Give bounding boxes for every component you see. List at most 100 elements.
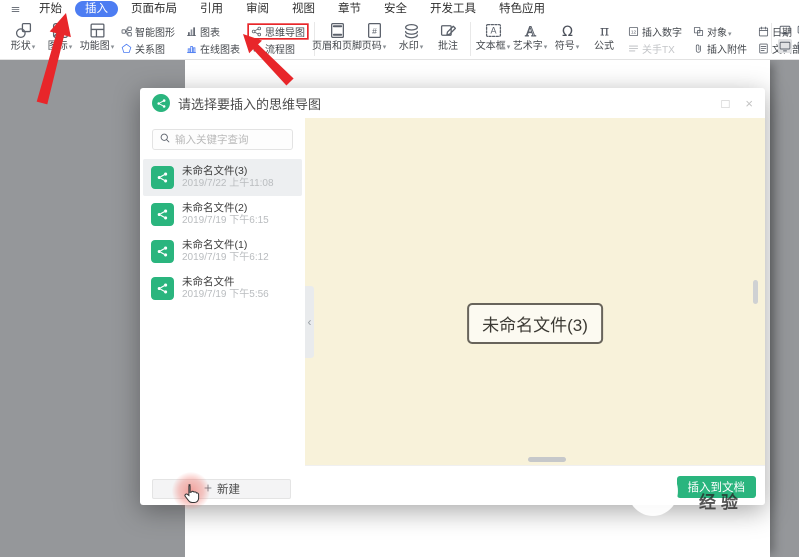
file-name: 未命名文件(2) <box>182 202 248 214</box>
hamburger-icon[interactable] <box>7 4 23 15</box>
svg-text:π: π <box>599 23 608 39</box>
menu-tab-review[interactable]: 审阅 <box>236 1 279 17</box>
mindmap-root-node: 未命名文件(3) <box>467 303 603 344</box>
ribbon-item-relation-chart[interactable]: 关系图 <box>119 42 177 56</box>
docpart-icon <box>758 43 769 54</box>
dialog-footer: 插入到文档 <box>305 465 765 505</box>
window-icon[interactable] <box>778 23 792 37</box>
ribbon-item-formula[interactable]: π 公式 <box>589 21 619 52</box>
date-icon <box>758 26 769 37</box>
search-icon <box>159 131 171 149</box>
file-list: 未命名文件(3) 2019/7/22 上午11:08 未命名文件(2) 2019/7/… <box>140 159 305 307</box>
ribbon-item-comment[interactable]: 批注 <box>433 21 463 52</box>
file-date: 2019/7/19 下午6:12 <box>182 252 269 263</box>
svg-text:Ω: Ω <box>562 24 573 39</box>
menu-tab-reference[interactable]: 引用 <box>190 1 233 17</box>
ribbon-view-panels <box>771 23 799 53</box>
funcchart-icon <box>89 21 106 40</box>
new-mindmap-button[interactable]: 新建 <box>152 479 291 499</box>
ribbon: 形状▾ 图标▾ 功能图▾ 智能图形 关系图 图表 在线图表 思维导图 流程图 页眉和页脚 # 页码▾ 水… <box>0 18 799 60</box>
smartart-icon <box>121 26 132 37</box>
mindmap-file-icon <box>151 277 174 300</box>
menu-tab-section[interactable]: 章节 <box>328 1 371 17</box>
svg-text:#: # <box>372 26 377 36</box>
ribbon-item-smart-art[interactable]: 智能图形 <box>119 25 177 39</box>
mindmap-file-icon <box>151 203 174 226</box>
maximize-icon[interactable]: □ <box>722 97 730 110</box>
ribbon-item-text-box[interactable]: A 文本框▾ <box>476 21 510 53</box>
file-date: 2019/7/19 下午5:56 <box>182 289 269 300</box>
search-input[interactable] <box>175 133 286 146</box>
ribbon-stack: 智能图形 关系图 <box>119 21 177 56</box>
watermark-text: 经验 <box>699 493 743 512</box>
object-icon <box>693 26 704 37</box>
mindmap-icon <box>251 26 262 37</box>
menu-tab-dev-tools[interactable]: 开发工具 <box>420 1 486 17</box>
ribbon-item-insert-number[interactable]: 12 插入数字 <box>626 25 684 39</box>
file-name: 未命名文件(1) <box>182 239 248 251</box>
insert-mindmap-dialog: 请选择要插入的思维导图 □ × 未命名文件(3)2019/7/22 上午11:0… <box>140 88 765 505</box>
ribbon-item-online-chart[interactable]: 在线图表 <box>184 42 242 56</box>
relation-icon <box>121 43 132 54</box>
mindmap-share-icon <box>152 94 170 112</box>
shapes-icon <box>15 21 32 40</box>
wordart-icon: A <box>522 21 539 40</box>
dialog-sidebar: 未命名文件(3)2019/7/22 上午11:08未命名文件(2)2019/7/… <box>140 118 305 505</box>
ribbon-item-icon-library[interactable]: 图标▾ <box>45 21 75 53</box>
menu-tab-home[interactable]: 开始 <box>29 1 72 17</box>
ribbon-stack: 对象▾ 插入附件 <box>691 21 749 56</box>
mindmap-file-icon <box>151 240 174 263</box>
horizontal-scrollbar-thumb[interactable] <box>528 457 566 462</box>
ribbon-item-symbol[interactable]: Ω 符号▾ <box>552 21 582 53</box>
file-name: 未命名文件(3) <box>182 165 248 177</box>
pagenum-icon: # <box>366 21 383 40</box>
ribbon-item-mind-map[interactable]: 思维导图 <box>249 25 307 39</box>
ribbon-item-page-number[interactable]: # 页码▾ <box>359 21 389 53</box>
dialog-main: ‹ 未命名文件(3) 插入到文档 <box>305 118 765 505</box>
ribbon-stack: 12 插入数字 关手TX <box>626 21 684 56</box>
file-item[interactable]: 未命名文件(2) 2019/7/19 下午6:15 <box>143 196 302 233</box>
headerfooter-icon <box>329 21 346 40</box>
file-item[interactable]: 未命名文件 2019/7/19 下午5:56 <box>143 270 302 307</box>
vertical-scrollbar-thumb[interactable] <box>753 280 758 304</box>
file-item[interactable]: 未命名文件(3) 2019/7/22 上午11:08 <box>143 159 302 196</box>
menu-tab-security[interactable]: 安全 <box>374 1 417 17</box>
ribbon-item-insert-attachment[interactable]: 插入附件 <box>691 42 749 56</box>
ribbon-item-watermark[interactable]: 水印▾ <box>396 21 426 53</box>
svg-text:A: A <box>490 26 496 36</box>
menu-tab-page-layout[interactable]: 页面布局 <box>121 1 187 17</box>
ribbon-item-chart[interactable]: 图表 <box>184 25 242 39</box>
ribbon-item-object[interactable]: 对象▾ <box>691 25 749 39</box>
ribbon-item-func-chart[interactable]: 功能图▾ <box>80 21 114 53</box>
dialog-title: 请选择要插入的思维导图 <box>178 96 322 112</box>
ribbon-stack: 思维导图 流程图 <box>249 21 307 56</box>
symbol-icon: Ω <box>559 21 576 40</box>
insertnum-icon: 12 <box>628 26 639 37</box>
svg-text:A: A <box>525 24 536 39</box>
mindmap-file-icon <box>151 166 174 189</box>
ribbon-item-disabled-tool[interactable]: 关手TX <box>626 42 684 56</box>
mindmap-preview: ‹ 未命名文件(3) <box>305 118 765 465</box>
chevron-left-icon: ‹ <box>307 315 312 329</box>
comment-icon <box>440 21 457 40</box>
formula-icon: π <box>596 21 613 40</box>
menu-tab-view[interactable]: 视图 <box>282 1 325 17</box>
window-icon[interactable] <box>778 39 792 53</box>
file-date: 2019/7/22 上午11:08 <box>182 178 274 189</box>
file-name: 未命名文件 <box>182 276 235 288</box>
menu-tabs: 开始 插入 页面布局 引用 审阅 视图 章节 安全 开发工具 特色应用 <box>29 1 555 17</box>
iconlib-icon <box>52 21 69 40</box>
wps-writer-window: 开始 插入 页面布局 引用 审阅 视图 章节 安全 开发工具 特色应用 形状▾ 图标▾ 功能图▾智能图… <box>0 0 799 557</box>
ribbon-item-word-art[interactable]: A 艺术字▾ <box>513 21 548 53</box>
attach-icon <box>693 43 704 54</box>
chart-icon <box>186 26 197 37</box>
sidebar-collapse-handle[interactable]: ‹ <box>305 286 314 358</box>
menu-tab-insert[interactable]: 插入 <box>75 1 118 17</box>
menu-bar: 开始 插入 页面布局 引用 审阅 视图 章节 安全 开发工具 特色应用 <box>0 0 799 18</box>
close-icon[interactable]: × <box>745 97 753 110</box>
menu-tab-special-apps[interactable]: 特色应用 <box>489 1 555 17</box>
ribbon-item-shapes[interactable]: 形状▾ <box>8 21 38 53</box>
ribbon-item-flow-chart[interactable]: 流程图 <box>249 42 307 56</box>
ribbon-item-header-footer[interactable]: 页眉和页脚 <box>312 21 362 52</box>
file-item[interactable]: 未命名文件(1) 2019/7/19 下午6:12 <box>143 233 302 270</box>
